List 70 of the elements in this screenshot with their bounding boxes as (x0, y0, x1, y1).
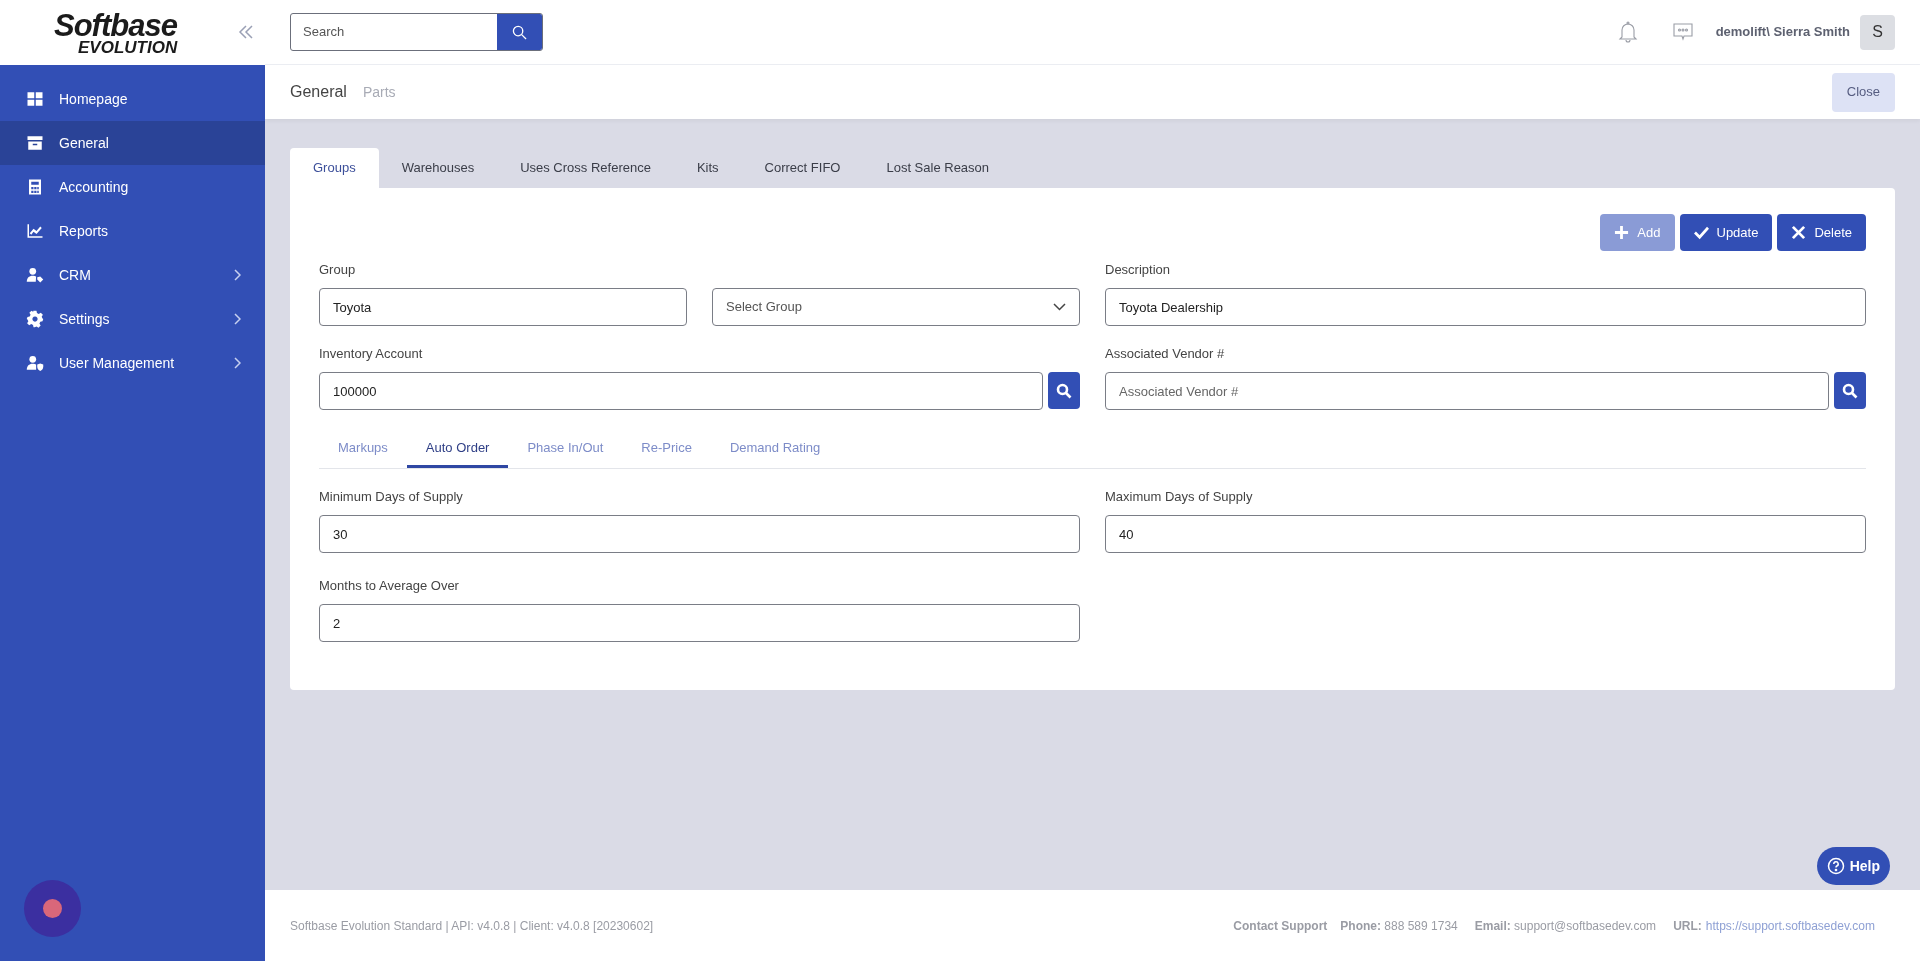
input-field[interactable]: 40 (1105, 515, 1866, 553)
input-field[interactable]: 100000 (319, 372, 1043, 410)
field-label: Group (319, 261, 357, 278)
field-label: Maximum Days of Supply (1105, 488, 1254, 505)
tab[interactable]: Groups (290, 148, 379, 188)
select-group-dropdown[interactable]: Select Group (712, 288, 1080, 326)
field-label: Inventory Account (319, 345, 424, 362)
search-icon (1842, 382, 1858, 399)
tab[interactable]: Uses Cross Reference (497, 148, 674, 188)
input-field[interactable]: Toyota Dealership (1105, 288, 1866, 326)
field-label: Minimum Days of Supply (319, 488, 464, 505)
grid-icon (25, 89, 45, 109)
notification-bell-icon[interactable] (1617, 21, 1638, 43)
tab[interactable]: Warehouses (378, 148, 498, 188)
input-field[interactable]: Associated Vendor # (1105, 372, 1829, 410)
input-field[interactable]: Toyota (319, 288, 687, 326)
user-name[interactable]: demolift\ Sierra Smith (1715, 22, 1850, 42)
chevron-right-icon (233, 269, 241, 281)
close-button[interactable]: Close (1831, 72, 1895, 112)
user-tag-icon (25, 265, 45, 285)
contact-support-label: Contact Support (1233, 917, 1328, 935)
collapse-sidebar-icon[interactable] (238, 24, 254, 40)
user-avatar[interactable]: S (1860, 14, 1895, 50)
logo-name: Softbase (54, 9, 177, 41)
check-icon (1693, 225, 1709, 240)
plus-icon (1614, 225, 1630, 240)
sidebar-item[interactable]: Reports (0, 209, 265, 253)
field-label: Associated Vendor # (1105, 345, 1226, 362)
help-button[interactable]: Help (1816, 847, 1890, 885)
chevron-right-icon (233, 357, 241, 369)
sidebar-item[interactable]: User Management (0, 341, 265, 385)
chevron-right-icon (233, 313, 241, 325)
search-field[interactable]: Search (290, 13, 543, 51)
chevron-down-icon (1053, 303, 1066, 311)
field-label: Months to Average Over (319, 577, 460, 594)
sidebar-item[interactable]: Settings (0, 297, 265, 341)
sidebar-item[interactable]: CRM (0, 253, 265, 297)
message-icon[interactable] (1671, 22, 1694, 42)
search-button[interactable] (497, 14, 542, 50)
search-button[interactable] (1048, 372, 1080, 409)
version-info: Softbase Evolution Standard | API: v4.0.8 | Client: v4.0.8 [20230602] (290, 917, 655, 935)
gear-icon (25, 309, 45, 329)
input-field[interactable]: 2 (319, 604, 1080, 642)
search-input[interactable]: Search (291, 14, 497, 50)
sidebar-item[interactable]: General (0, 121, 265, 165)
search-button[interactable] (1834, 372, 1866, 409)
record-button[interactable] (24, 880, 81, 937)
email-text: Email: support@softbasedev.com (1474, 917, 1657, 935)
tab[interactable]: Kits (673, 148, 742, 188)
search-icon (512, 24, 527, 40)
question-icon (1826, 857, 1845, 875)
tab[interactable]: Correct FIFO (741, 148, 864, 188)
page-subtitle: Parts (362, 82, 397, 102)
delete-button[interactable]: Delete (1777, 214, 1866, 251)
user-shield-icon (25, 353, 45, 373)
close-icon (1791, 225, 1807, 240)
phone-text: Phone: 888 589 1734 (1340, 917, 1458, 935)
search-icon (1056, 382, 1072, 399)
sidebar-item[interactable]: Accounting (0, 165, 265, 209)
sub-tab[interactable]: Auto Order (406, 430, 509, 468)
field-label: Description (1105, 261, 1172, 278)
update-button[interactable]: Update (1679, 214, 1773, 251)
input-field[interactable]: 30 (319, 515, 1080, 553)
logo-tagline: EVOLUTION (78, 38, 178, 56)
tab[interactable]: Lost Sale Reason (863, 148, 1013, 188)
page-title: General (290, 82, 347, 102)
chart-icon (25, 221, 45, 241)
archive-icon (25, 133, 45, 153)
url-label: URL: (1673, 917, 1702, 935)
sidebar-item[interactable]: Homepage (0, 77, 265, 121)
